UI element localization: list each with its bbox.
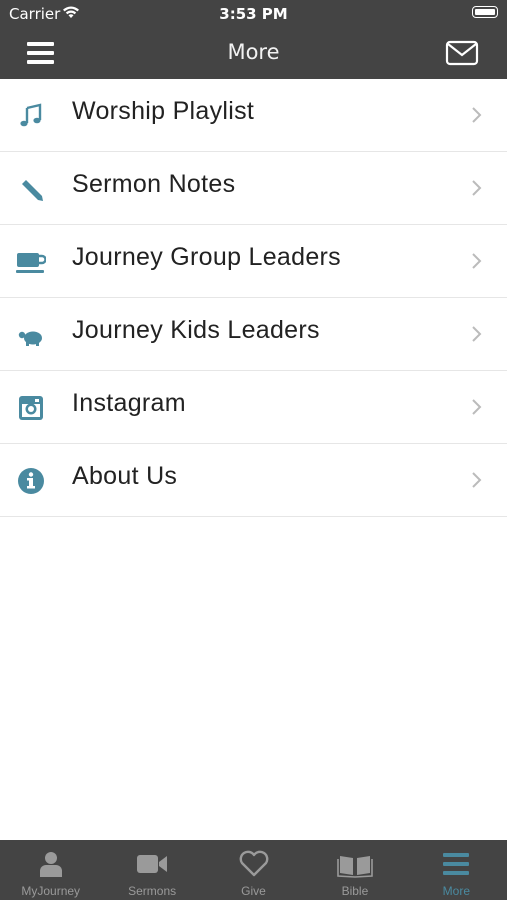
menu-item-label: Instagram: [72, 389, 186, 417]
chevron-right-icon: [472, 180, 482, 196]
turtle-icon: [18, 331, 42, 346]
menu-item-about-us[interactable]: About Us: [0, 444, 507, 517]
tab-bar: MyJourney Sermons Give Bible More: [0, 840, 507, 900]
chevron-right-icon: [472, 107, 482, 123]
menu-item-journey-kids-leaders[interactable]: Journey Kids Leaders: [0, 298, 507, 371]
menu-item-sermon-notes[interactable]: Sermon Notes: [0, 152, 507, 225]
tab-myjourney[interactable]: MyJourney: [0, 840, 101, 900]
tab-label: Sermons: [128, 884, 177, 898]
info-icon: [18, 468, 44, 494]
tab-label: MyJourney: [21, 884, 81, 898]
envelope-icon: [445, 40, 479, 66]
top-bar: Carrier 3:53 PM More: [0, 0, 507, 79]
mail-button[interactable]: [445, 40, 479, 66]
menu-icon: [443, 853, 470, 875]
heart-icon: [239, 850, 268, 877]
page-title: More: [227, 40, 280, 64]
menu-item-label: Worship Playlist: [72, 97, 255, 125]
tab-sermons[interactable]: Sermons: [101, 840, 202, 900]
status-bar: Carrier 3:53 PM: [0, 0, 507, 28]
tab-label: More: [442, 884, 470, 898]
pencil-icon: [22, 180, 43, 201]
chevron-right-icon: [472, 472, 482, 488]
menu-item-worship-playlist[interactable]: Worship Playlist: [0, 79, 507, 152]
chevron-right-icon: [472, 253, 482, 269]
music-note-icon: [20, 103, 42, 127]
tab-give[interactable]: Give: [203, 840, 304, 900]
chevron-right-icon: [472, 326, 482, 342]
chevron-right-icon: [472, 399, 482, 415]
video-camera-icon: [137, 855, 168, 873]
more-menu-list: Worship Playlist Sermon Notes Journey Gr…: [0, 79, 507, 517]
menu-item-instagram[interactable]: Instagram: [0, 371, 507, 444]
menu-item-label: Journey Kids Leaders: [72, 316, 320, 344]
coffee-cup-icon: [16, 253, 46, 273]
menu-item-label: About Us: [72, 462, 178, 490]
status-time: 3:53 PM: [219, 5, 288, 23]
tab-label: Give: [241, 884, 266, 898]
person-icon: [39, 852, 62, 877]
tab-label: Bible: [341, 884, 369, 898]
tab-bible[interactable]: Bible: [304, 840, 405, 900]
nav-bar: More: [0, 28, 507, 79]
menu-item-journey-group-leaders[interactable]: Journey Group Leaders: [0, 225, 507, 298]
menu-item-label: Sermon Notes: [72, 170, 236, 198]
instagram-icon: [19, 396, 43, 420]
tab-more[interactable]: More: [406, 840, 507, 900]
book-icon: [337, 856, 373, 878]
menu-item-label: Journey Group Leaders: [72, 243, 341, 271]
battery-icon: [472, 6, 498, 18]
